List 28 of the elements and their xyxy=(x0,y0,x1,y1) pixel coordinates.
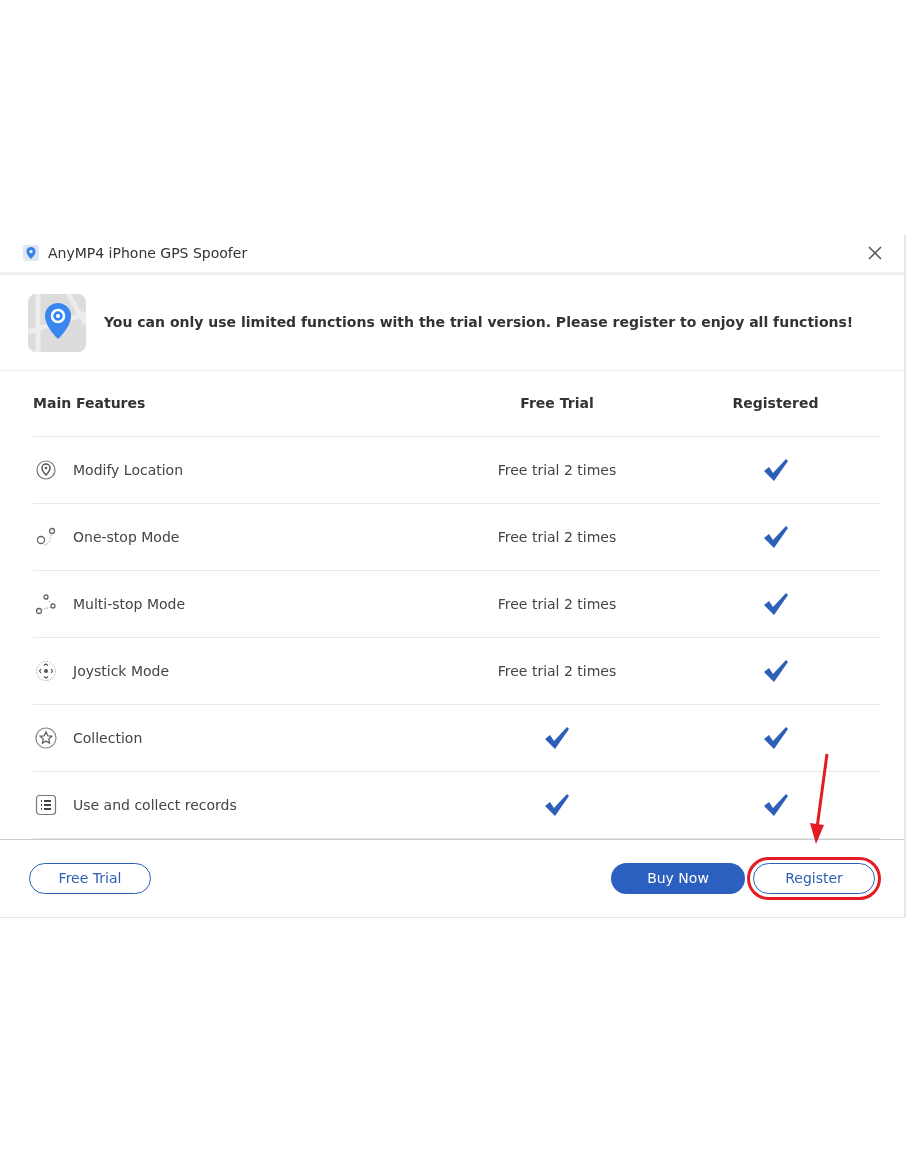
feature-name: One-stop Mode xyxy=(73,527,180,547)
app-logo-icon xyxy=(22,244,40,263)
check-icon xyxy=(762,525,789,550)
check-icon xyxy=(762,726,789,751)
column-header: Registered xyxy=(732,394,819,414)
column-header: Main Features xyxy=(33,394,147,414)
feature-name: Use and collect records xyxy=(73,795,237,815)
feature-name: Joystick Mode xyxy=(73,661,170,681)
table-cell: Free trial 2 times xyxy=(497,461,617,478)
free-trial-button[interactable]: Free Trial xyxy=(29,863,151,895)
check-icon xyxy=(762,592,789,617)
table-cell: Free trial 2 times xyxy=(497,595,617,612)
column-header: Free Trial xyxy=(520,394,594,414)
table-cell: Free trial 2 times xyxy=(497,662,617,679)
check-icon xyxy=(544,793,570,818)
window-title: AnyMP4 iPhone GPS Spoofer xyxy=(48,243,248,263)
check-icon xyxy=(544,726,570,751)
close-icon[interactable] xyxy=(868,246,882,261)
feature-name: Modify Location xyxy=(73,460,184,480)
check-icon xyxy=(762,793,789,818)
table-cell: Free trial 2 times xyxy=(497,528,617,545)
buy-now-button[interactable]: Buy Now xyxy=(611,863,745,895)
check-icon xyxy=(762,458,789,483)
trial-notice: You can only use limited functions with the trial version. Please register to enjoy all functions! xyxy=(104,313,854,333)
feature-name: Collection xyxy=(73,728,143,748)
feature-name: Multi-stop Mode xyxy=(73,594,186,614)
check-icon xyxy=(762,659,789,684)
location-app-icon xyxy=(28,293,86,352)
